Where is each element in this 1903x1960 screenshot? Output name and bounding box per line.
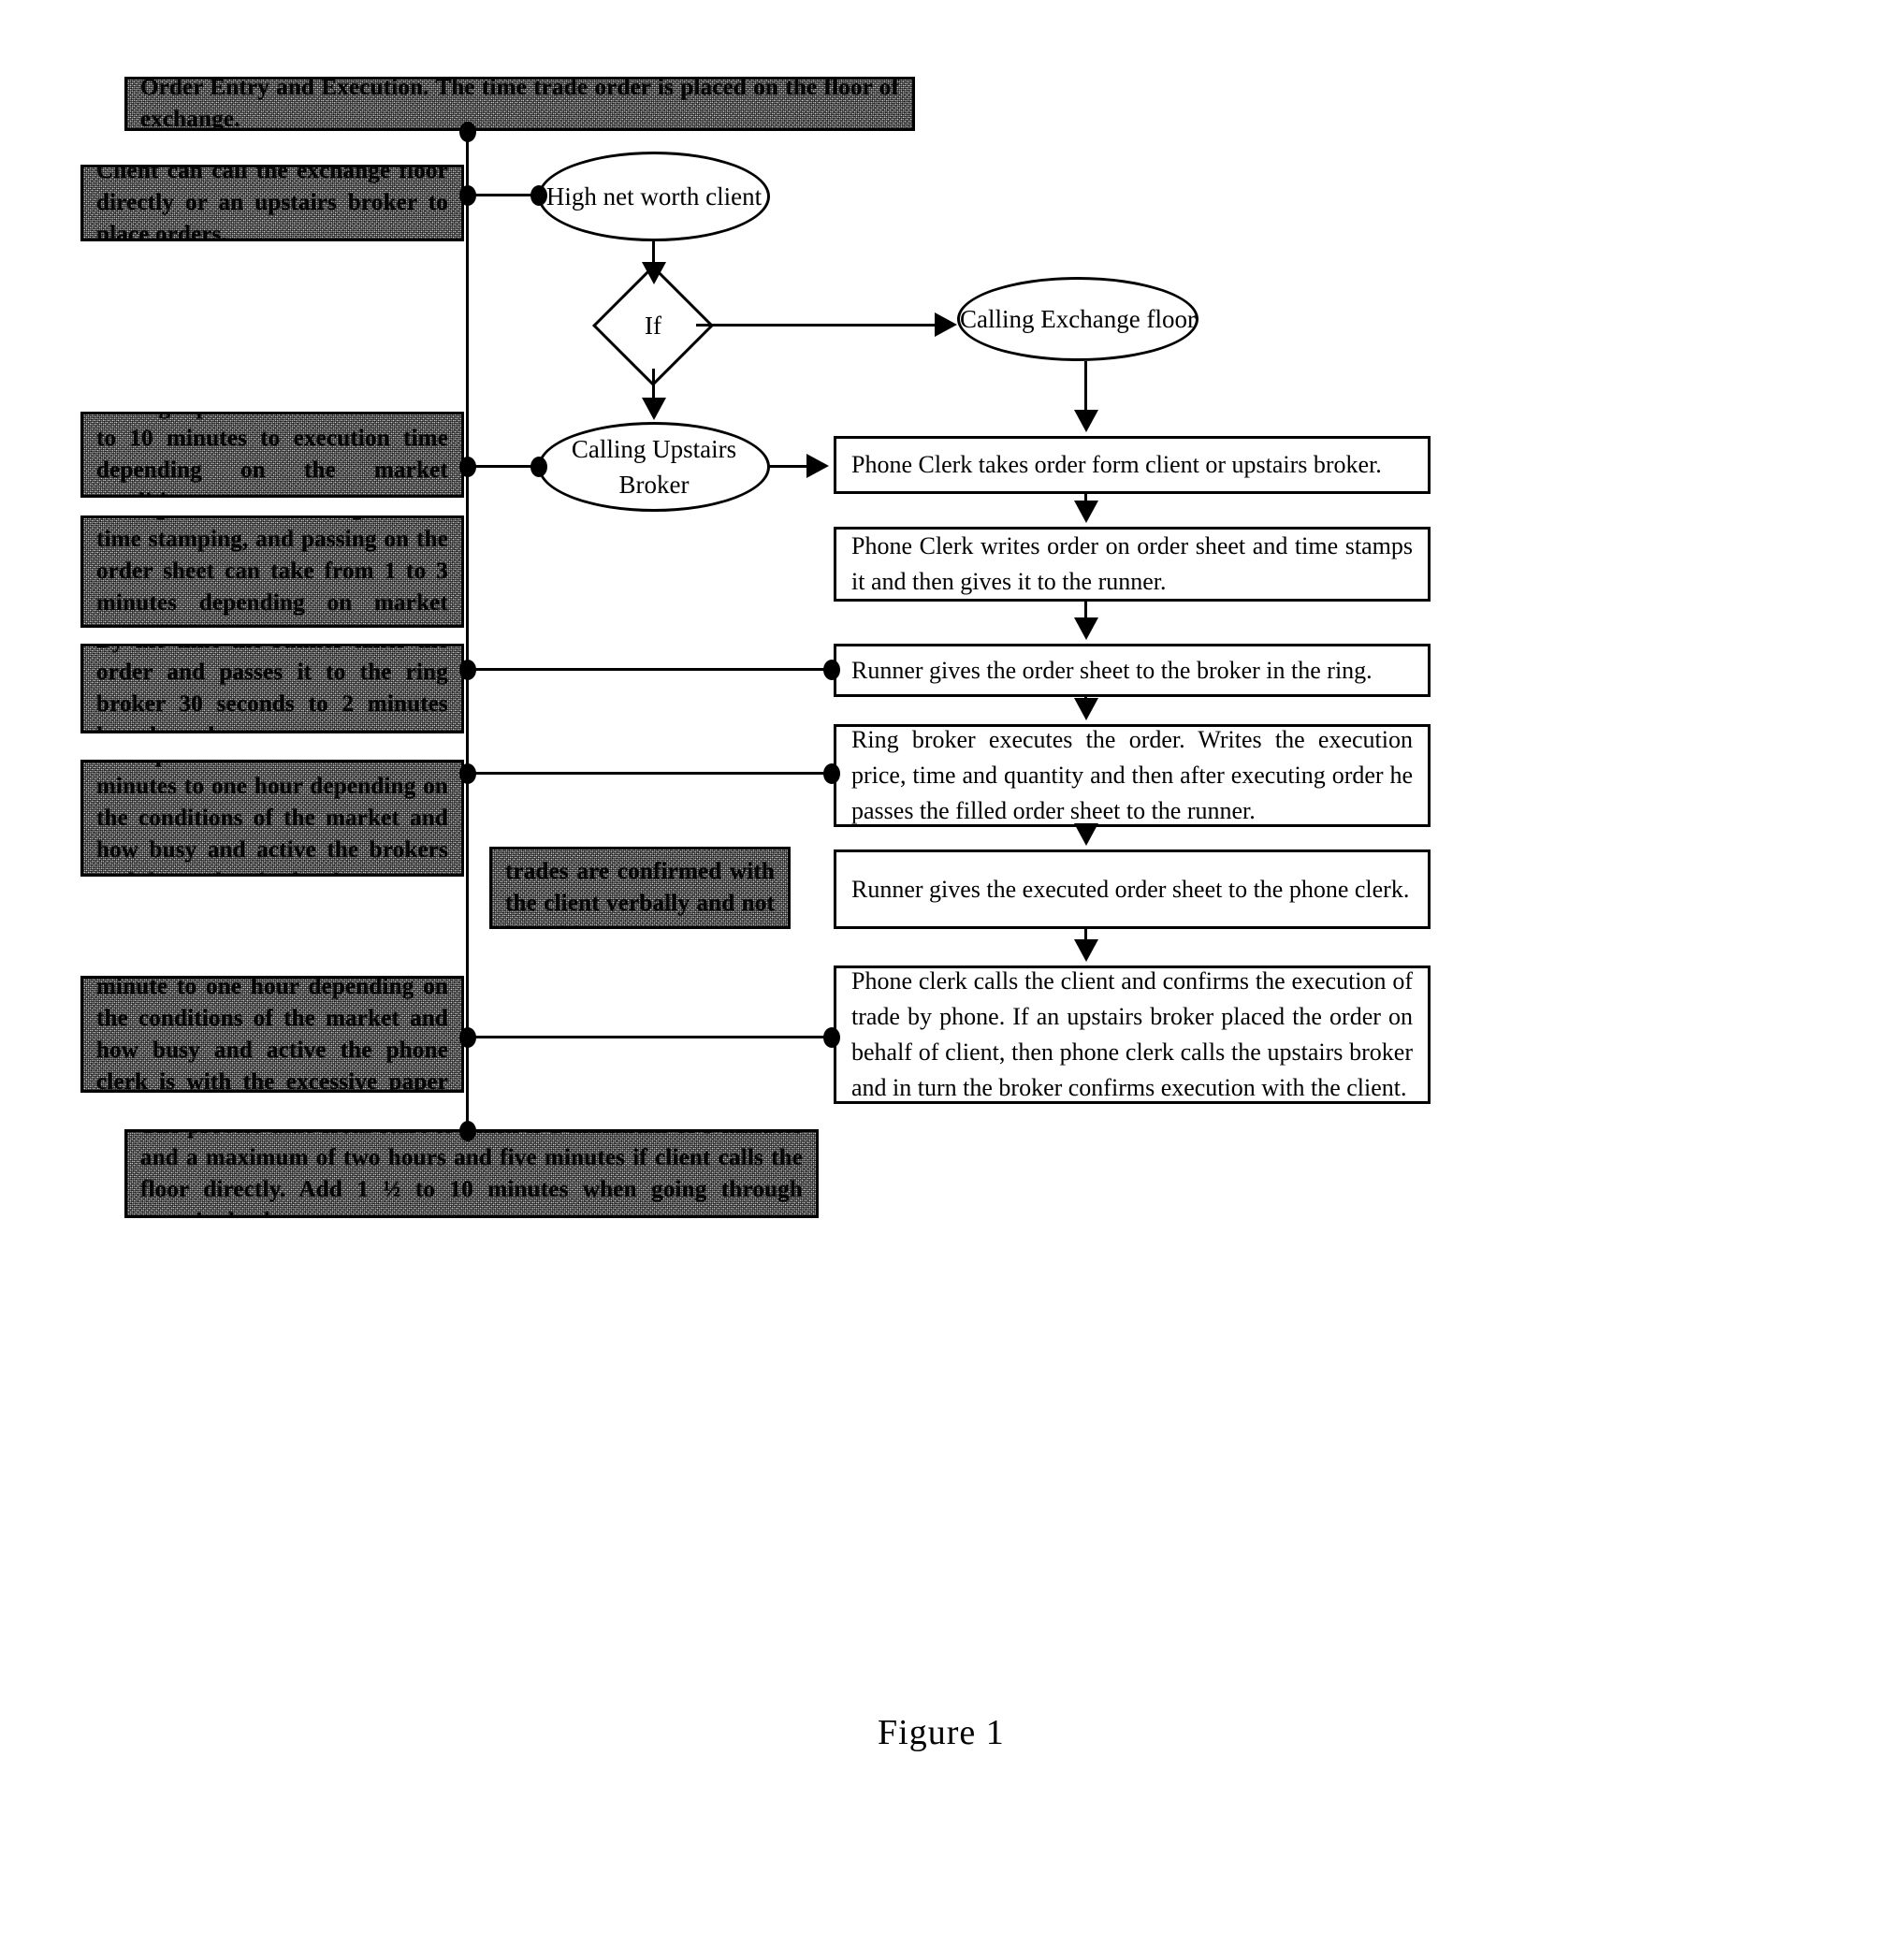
process-phone-clerk-confirms-text: Phone clerk calls the client and confirm…: [851, 967, 1413, 1101]
arrow-step5-to-step6: [1074, 939, 1098, 962]
process-phone-clerk-writes-order: Phone Clerk writes order on order sheet …: [834, 527, 1431, 602]
junction-dot-hnw-client: [530, 185, 547, 206]
annotation-taking-client-call-text: Taking client call, filling orders, time…: [96, 518, 448, 625]
decision-if-label: If: [645, 311, 661, 340]
arrow-step4-to-step5: [1074, 823, 1098, 846]
connector-decision-to-exchange-floor: [696, 324, 937, 327]
arrow-decision-to-exchange-floor: [935, 312, 957, 337]
process-runner-returns-sheet-text: Runner gives the executed order sheet to…: [851, 875, 1410, 903]
arrow-upstairs-to-phone-clerk: [806, 454, 829, 478]
connector-spine-to-step6: [472, 1036, 831, 1038]
summary-box: The process time from start to finish is…: [124, 1129, 819, 1218]
node-high-net-worth-client: High net worth client: [538, 152, 770, 241]
connector-exchange-floor-to-phone-clerk: [1084, 361, 1087, 414]
node-high-net-worth-client-label: High net worth client: [545, 182, 763, 211]
annotation-client-call: Client can call the exchange floor direc…: [80, 165, 464, 241]
verbal-confirmation-note: Please bear in mind that trades are conf…: [489, 847, 791, 929]
process-runner-gives-order-sheet: Runner gives the order sheet to the brok…: [834, 644, 1431, 697]
verbal-confirmation-note-text: Please bear in mind that trades are conf…: [505, 849, 775, 926]
annotation-taking-client-call: Taking client call, filling orders, time…: [80, 515, 464, 628]
connector-spine-to-step3: [472, 668, 831, 671]
annotation-phone-clerk-time-text: The process can take from 1 minute to on…: [96, 976, 448, 1093]
connector-step2-to-step3: [1084, 602, 1087, 618]
process-runner-returns-sheet: Runner gives the executed order sheet to…: [834, 849, 1431, 929]
annotation-client-call-text: Client can call the exchange floor direc…: [96, 165, 448, 241]
junction-dot-step4: [823, 763, 840, 784]
process-ring-broker-executes: Ring broker executes the order. Writes t…: [834, 724, 1431, 827]
annotation-ring-execution-time-text: The process can take from 2 minutes to o…: [96, 762, 448, 874]
arrow-hnw-to-decision: [642, 262, 666, 284]
figure-caption: Figure 1: [878, 1713, 1005, 1752]
junction-dot-summary: [459, 1121, 476, 1141]
arrow-step1-to-step2: [1074, 501, 1098, 523]
junction-dot-title: [459, 122, 476, 142]
connector-main-spine: [466, 131, 469, 1135]
node-calling-exchange-floor: Calling Exchange floor: [957, 277, 1198, 361]
junction-dot-step6: [823, 1027, 840, 1048]
process-phone-clerk-confirms: Phone clerk calls the client and confirm…: [834, 965, 1431, 1104]
title-box-text: Order Entry and Execution. The time trad…: [140, 77, 899, 131]
annotation-ring-execution-time: The process can take from 2 minutes to o…: [80, 760, 464, 877]
arrow-step3-to-step4: [1074, 698, 1098, 720]
process-phone-clerk-takes-order: Phone Clerk takes order form client or u…: [834, 436, 1431, 494]
junction-dot-step3: [823, 660, 840, 680]
arrow-exchange-floor-to-phone-clerk: [1074, 410, 1098, 432]
figure-canvas: Order Entry and Execution. The time trad…: [0, 0, 1903, 1960]
summary-box-text: The process time from start to finish is…: [140, 1132, 803, 1215]
connector-upstairs-to-phone-clerk: [769, 465, 811, 468]
junction-dot-upstairs-ellipse: [530, 457, 547, 477]
title-box: Order Entry and Execution. The time trad…: [124, 77, 915, 131]
arrow-decision-to-upstairs-broker: [642, 398, 666, 420]
connector-spine-to-step4: [472, 772, 831, 775]
node-calling-upstairs-broker: Calling Upstairs Broker: [538, 422, 770, 512]
annotation-phone-clerk-time: The process can take from 1 minute to on…: [80, 976, 464, 1093]
decision-if: If: [591, 264, 715, 387]
process-phone-clerk-takes-order-text: Phone Clerk takes order form client or u…: [851, 451, 1382, 478]
annotation-upstairs-broker-time: Calling upstairs broker adds 1½ to 10 mi…: [80, 412, 464, 498]
annotation-runner-time: By the time the runner takes the order a…: [80, 644, 464, 733]
process-runner-gives-order-sheet-text: Runner gives the order sheet to the brok…: [851, 656, 1373, 684]
process-phone-clerk-writes-order-text: Phone Clerk writes order on order sheet …: [851, 532, 1413, 595]
arrow-step2-to-step3: [1074, 617, 1098, 640]
node-calling-upstairs-broker-label: Calling Upstairs Broker: [571, 435, 737, 499]
connector-decision-to-upstairs-broker: [652, 369, 655, 401]
annotation-upstairs-broker-time-text: Calling upstairs broker adds 1½ to 10 mi…: [96, 414, 448, 495]
annotation-runner-time-text: By the time the runner takes the order a…: [96, 646, 448, 731]
process-ring-broker-executes-text: Ring broker executes the order. Writes t…: [851, 726, 1413, 824]
node-calling-exchange-floor-label: Calling Exchange floor: [960, 305, 1196, 333]
